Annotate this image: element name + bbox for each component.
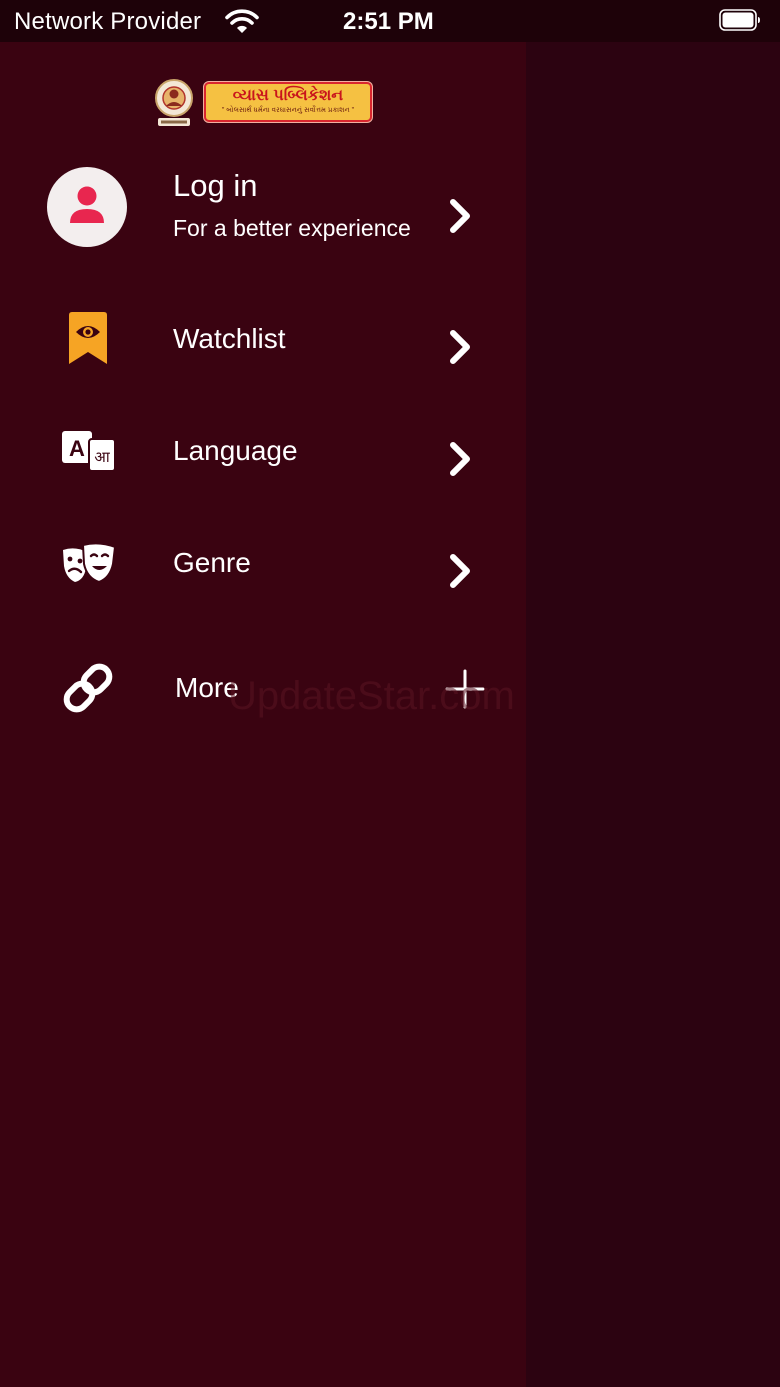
chevron-right-icon [450, 330, 470, 364]
watchlist-label: Watchlist [173, 323, 286, 354]
login-label: Log in [173, 168, 258, 203]
carrier-label: Network Provider [14, 8, 202, 35]
avatar [47, 167, 127, 247]
user-avatar-icon [70, 186, 104, 223]
bookmark-eye-icon [69, 312, 107, 364]
svg-text:A: A [69, 436, 85, 461]
language-label: Language [173, 435, 298, 466]
menu-item-watchlist[interactable]: Watchlist [0, 292, 526, 392]
menu-item-language[interactable]: A आ Language [0, 404, 526, 504]
wifi-icon [225, 9, 259, 33]
translate-icon: A आ [62, 431, 116, 472]
login-sublabel: For a better experience [173, 215, 411, 241]
menu-item-genre[interactable]: Genre [0, 516, 526, 616]
genre-label: Genre [173, 547, 251, 578]
watermark: UpdateStar.com [228, 674, 515, 718]
menu-item-login[interactable]: Log in For a better experience [0, 42, 526, 252]
content-backdrop[interactable] [526, 42, 780, 1387]
chevron-right-icon [450, 442, 470, 476]
link-icon [63, 663, 113, 713]
theater-masks-icon [63, 542, 117, 584]
chevron-right-icon [450, 554, 470, 588]
chevron-right-icon [450, 199, 470, 233]
svg-text:आ: आ [94, 448, 110, 466]
battery-icon [719, 9, 760, 31]
status-bar: Network Provider 2:51 PM [0, 0, 780, 42]
clock: 2:51 PM [343, 8, 434, 35]
